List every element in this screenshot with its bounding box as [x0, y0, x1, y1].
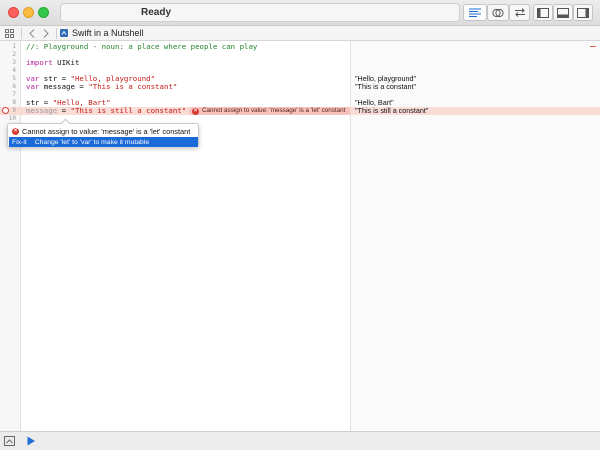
- version-editor-icon: [514, 8, 525, 17]
- fixit-message-text: Cannot assign to value: 'message' is a '…: [22, 126, 191, 136]
- close-window-button[interactable]: [8, 7, 19, 18]
- line-number: 10: [8, 115, 16, 122]
- inline-error-message[interactable]: × Cannot assign to value: 'message' is a …: [189, 107, 350, 115]
- line-number: 2: [12, 51, 16, 58]
- error-gutter-icon[interactable]: [2, 107, 9, 114]
- forward-button[interactable]: [39, 26, 53, 41]
- code-line[interactable]: 6 var message = "This is a constant" "This…: [0, 83, 600, 91]
- utilities-toggle-icon: [577, 7, 589, 18]
- bottom-bar: [0, 431, 600, 450]
- assistant-editor-icon: [492, 8, 504, 17]
- utilities-toggle-button[interactable]: [573, 4, 593, 21]
- standard-editor-icon: [469, 8, 481, 17]
- activity-viewer: Ready: [60, 3, 460, 22]
- line-number: 6: [12, 83, 16, 90]
- grid-icon: [4, 28, 14, 38]
- related-items-button[interactable]: [0, 26, 18, 41]
- play-icon: [27, 436, 35, 446]
- error-icon: ×: [192, 107, 199, 115]
- code-token: "This is a constant": [88, 82, 178, 91]
- fixit-suggestion[interactable]: Fix-it Change 'let' to 'var' to make it …: [9, 137, 198, 147]
- maximize-window-button[interactable]: [38, 7, 49, 18]
- line-number: 4: [12, 67, 16, 74]
- error-icon: ×: [12, 127, 19, 135]
- chevron-right-icon: [43, 28, 49, 38]
- code-token: var: [26, 82, 40, 91]
- result-value[interactable]: "This is still a constant": [355, 107, 428, 115]
- code-token: UIKit: [52, 58, 80, 67]
- debug-area-icon: [4, 436, 15, 446]
- code-text: message = "This is still a constant": [26, 107, 186, 115]
- fixit-tag: Fix-it: [12, 138, 27, 146]
- jump-bar-divider: [21, 27, 22, 39]
- code-line[interactable]: 10: [0, 115, 600, 123]
- assistant-editor-button[interactable]: [487, 4, 509, 21]
- jump-bar-file-name[interactable]: Swift in a Nutshell: [72, 28, 144, 38]
- version-editor-button[interactable]: [509, 4, 530, 21]
- back-button[interactable]: [25, 26, 39, 41]
- navigator-toggle-button[interactable]: [533, 4, 553, 21]
- line-number: 8: [12, 99, 16, 106]
- error-marker: [590, 46, 596, 47]
- code-line[interactable]: 2: [0, 51, 600, 59]
- source-editor[interactable]: 1 //: Playground - noun: a place where pe…: [0, 41, 600, 431]
- code-line[interactable]: 9 message = "This is still a constant" × Ca…: [0, 107, 600, 115]
- run-playground-button[interactable]: [26, 436, 36, 446]
- code-text: var message = "This is a constant": [26, 83, 177, 91]
- jump-bar: Swift in a Nutshell: [0, 26, 600, 41]
- code-token: //: Playground - noun: a place where peo…: [26, 42, 258, 51]
- code-token: =: [57, 106, 71, 115]
- title-bar: Ready: [0, 0, 600, 26]
- debug-area-toggle-icon: [557, 7, 569, 18]
- jump-bar-divider: [56, 27, 57, 39]
- playground-file-icon: [60, 29, 68, 37]
- code-token: import: [26, 58, 53, 67]
- debug-area-toggle-button[interactable]: [553, 4, 573, 21]
- fixit-suggestion-text: Change 'let' to 'var' to make it mutable: [34, 138, 150, 146]
- code-text: //: Playground - noun: a place where peo…: [26, 43, 257, 51]
- code-token: message: [26, 106, 58, 115]
- line-number: 5: [12, 75, 16, 82]
- navigator-toggle-icon: [537, 7, 549, 18]
- code-token: "This is still a constant": [70, 106, 187, 115]
- line-number: 3: [12, 59, 16, 66]
- fixit-popup: × Cannot assign to value: 'message' is a…: [7, 118, 199, 147]
- line-number: 1: [12, 43, 16, 50]
- minimize-window-button[interactable]: [23, 7, 34, 18]
- fixit-message: × Cannot assign to value: 'message' is a…: [12, 126, 190, 136]
- code-token: message =: [39, 82, 89, 91]
- code-line[interactable]: 1 //: Playground - noun: a place where pe…: [0, 43, 600, 51]
- line-number: 7: [12, 91, 16, 98]
- result-value[interactable]: "This is a constant": [355, 83, 416, 91]
- standard-editor-button[interactable]: [463, 4, 487, 21]
- inline-error-text: Cannot assign to value: 'message' is a '…: [202, 107, 346, 114]
- code-line[interactable]: 3 import UIKit: [0, 59, 600, 67]
- status-text: Ready: [141, 7, 172, 18]
- show-debug-area-button[interactable]: [4, 436, 15, 446]
- code-text: import UIKit: [26, 59, 79, 67]
- chevron-left-icon: [29, 28, 35, 38]
